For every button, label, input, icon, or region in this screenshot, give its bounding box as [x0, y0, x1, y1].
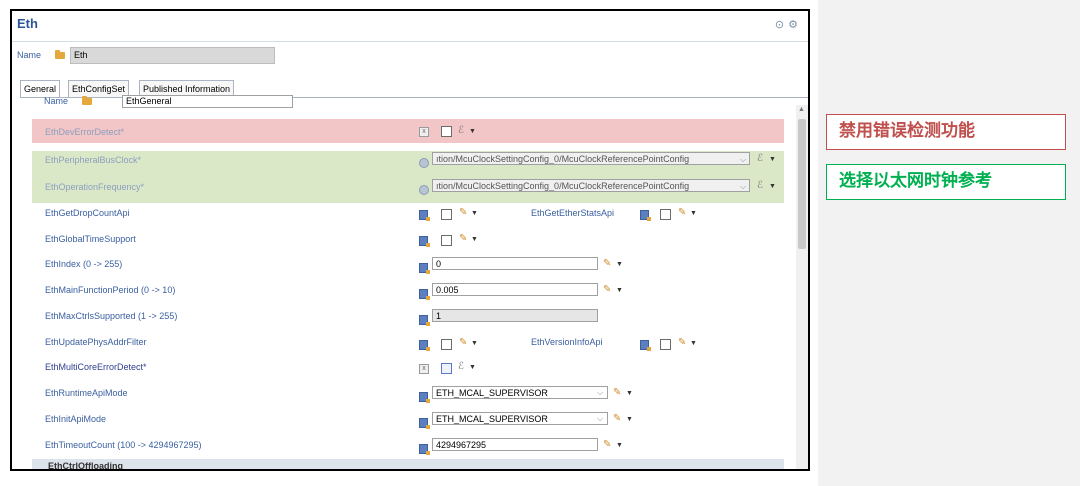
chevron-down-icon[interactable]: ⌵: [597, 388, 603, 398]
param-label-eth-index: EthIndex (0 -> 255): [45, 259, 123, 269]
default-value-icon: [419, 315, 430, 326]
pencil-icon[interactable]: ✎: [603, 439, 611, 450]
get-drop-count-api-checkbox[interactable]: [441, 209, 452, 220]
name-input[interactable]: Eth: [70, 47, 275, 64]
peripheral-bus-clock-select[interactable]: ıtion/McuClockSettingConfig_0/McuClockRe…: [432, 152, 750, 165]
main-function-period-input[interactable]: 0.005: [432, 283, 598, 296]
general-name-label: Name: [44, 96, 69, 106]
default-value-icon: [419, 340, 430, 351]
link-icon[interactable]: ℰ: [757, 180, 763, 191]
max-ctrls-supported-input: 1: [432, 309, 598, 322]
default-value-icon: [419, 210, 430, 221]
param-label-get-drop-count-api: EthGetDropCountApi: [45, 208, 130, 218]
folder-icon: [55, 50, 65, 59]
chevron-down-icon[interactable]: ⌵: [740, 155, 746, 165]
param-label-dev-error-detect: EthDevErrorDetect*: [45, 127, 125, 137]
eth-index-input[interactable]: 0: [432, 257, 598, 270]
folder-icon: [82, 96, 92, 105]
param-label-main-function-period: EthMainFunctionPeriod (0 -> 10): [45, 285, 176, 295]
ctrl-offloading-label: EthCtrlOffloading: [48, 461, 123, 471]
annotation-select-clock-reference: 选择以太网时钟参考: [826, 164, 1066, 200]
globe-icon: [419, 185, 429, 195]
get-ether-stats-api-checkbox[interactable]: [660, 209, 671, 220]
header-icons: ⊙⚙: [775, 18, 802, 31]
param-label-version-info-api: EthVersionInfoApi: [531, 337, 603, 347]
default-value-icon: [419, 392, 430, 403]
pencil-icon[interactable]: ✎: [459, 337, 467, 348]
window-header: Eth ⊙⚙: [12, 11, 808, 42]
tab-general[interactable]: General: [20, 80, 61, 97]
global-time-support-checkbox[interactable]: [441, 235, 452, 246]
window-title: Eth: [17, 16, 38, 31]
link-icon[interactable]: ℰ: [458, 125, 464, 136]
default-value-icon: [419, 418, 430, 429]
disabled-icon: x: [419, 127, 429, 137]
default-value-icon: [419, 236, 430, 247]
pencil-icon[interactable]: ✎: [678, 207, 686, 218]
error-detect-highlight: [32, 119, 784, 143]
param-label-operation-frequency: EthOperationFrequency*: [45, 182, 145, 192]
param-label-get-ether-stats-api: EthGetEtherStatsApi: [531, 208, 615, 218]
chevron-down-icon[interactable]: ▼: [690, 340, 697, 347]
dev-error-detect-checkbox[interactable]: [441, 126, 452, 137]
multicore-error-detect-checkbox[interactable]: [441, 363, 452, 374]
ctrl-offloading-section[interactable]: [32, 459, 784, 469]
scroll-up-icon[interactable]: ▲: [798, 106, 805, 113]
disabled-icon: x: [419, 364, 429, 374]
chevron-down-icon[interactable]: ▼: [469, 364, 476, 371]
chevron-down-icon[interactable]: ▼: [616, 442, 623, 449]
update-phys-addr-filter-checkbox[interactable]: [441, 339, 452, 350]
default-value-icon: [640, 210, 651, 221]
chevron-down-icon[interactable]: ▼: [471, 236, 478, 243]
default-value-icon: [419, 444, 430, 455]
side-panel: [818, 0, 1080, 486]
pencil-icon[interactable]: ✎: [603, 284, 611, 295]
default-value-icon: [419, 263, 430, 274]
version-info-api-checkbox[interactable]: [660, 339, 671, 350]
pencil-icon[interactable]: ✎: [613, 413, 621, 424]
param-label-init-api-mode: EthInitApiMode: [45, 414, 107, 424]
general-name-input[interactable]: EthGeneral: [122, 95, 293, 108]
init-api-mode-select[interactable]: ETH_MCAL_SUPERVISOR: [432, 412, 608, 425]
param-label-peripheral-bus-clock: EthPeripheralBusClock*: [45, 155, 142, 165]
pencil-icon[interactable]: ✎: [678, 337, 686, 348]
chevron-down-icon[interactable]: ▼: [626, 416, 633, 423]
operation-frequency-select[interactable]: ıtion/McuClockSettingConfig_0/McuClockRe…: [432, 179, 750, 192]
chevron-down-icon[interactable]: ▼: [471, 210, 478, 217]
chevron-down-icon[interactable]: ▼: [616, 287, 623, 294]
name-label: Name: [17, 50, 42, 60]
chevron-down-icon[interactable]: ⌵: [597, 414, 603, 424]
pencil-icon[interactable]: ✎: [613, 387, 621, 398]
link-icon[interactable]: ℰ: [757, 153, 763, 164]
chevron-down-icon[interactable]: ▼: [469, 128, 476, 135]
globe-icon: [419, 158, 429, 168]
chevron-down-icon[interactable]: ▼: [626, 390, 633, 397]
param-label-runtime-api-mode: EthRuntimeApiMode: [45, 388, 128, 398]
timeout-count-input[interactable]: 4294967295: [432, 438, 598, 451]
chevron-down-icon[interactable]: ▼: [769, 156, 776, 163]
scrollbar-thumb[interactable]: [798, 119, 806, 249]
param-label-multicore-error-detect: EthMultiCoreErrorDetect*: [45, 362, 147, 372]
chevron-down-icon[interactable]: ▼: [769, 183, 776, 190]
tab-ethconfigset[interactable]: EthConfigSet: [68, 80, 130, 97]
param-label-global-time-support: EthGlobalTimeSupport: [45, 234, 136, 244]
param-label-timeout-count: EthTimeoutCount (100 -> 4294967295): [45, 440, 202, 450]
runtime-api-mode-select[interactable]: ETH_MCAL_SUPERVISOR: [432, 386, 608, 399]
chevron-down-icon[interactable]: ▼: [471, 340, 478, 347]
help-icon[interactable]: ⚙: [788, 19, 802, 31]
param-label-max-ctrls-supported: EthMaxCtrlsSupported (1 -> 255): [45, 311, 178, 321]
pencil-icon[interactable]: ✎: [603, 258, 611, 269]
param-label-update-phys-addr-filter: EthUpdatePhysAddrFilter: [45, 337, 147, 347]
pencil-icon[interactable]: ✎: [459, 233, 467, 244]
chevron-down-icon[interactable]: ▼: [690, 210, 697, 217]
eth-editor-window: Eth ⊙⚙ Name Eth General EthConfigSet Pub…: [10, 9, 810, 471]
link-icon[interactable]: ℰ: [458, 361, 464, 372]
annotation-disable-error-detect: 禁用错误检测功能: [826, 114, 1066, 150]
default-value-icon: [419, 289, 430, 300]
refresh-icon[interactable]: ⊙: [775, 19, 788, 31]
chevron-down-icon[interactable]: ⌵: [740, 182, 746, 192]
default-value-icon: [640, 340, 651, 351]
chevron-down-icon[interactable]: ▼: [616, 261, 623, 268]
pencil-icon[interactable]: ✎: [459, 207, 467, 218]
